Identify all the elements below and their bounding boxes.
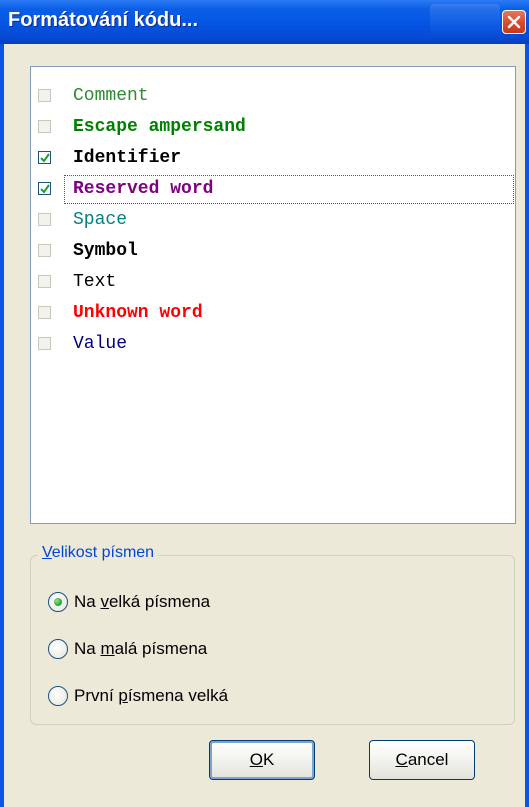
checkmark-icon — [40, 153, 50, 163]
list-item-reserved-word[interactable]: Reserved word — [31, 175, 515, 206]
token-style-list[interactable]: Comment Escape ampersand Identifier Rese… — [30, 66, 516, 524]
ok-button[interactable]: OK — [209, 740, 315, 780]
list-item-label: Identifier — [73, 148, 182, 168]
checkmark-icon — [40, 184, 50, 194]
list-item-label: Space — [73, 210, 128, 230]
checkbox[interactable] — [38, 89, 51, 102]
list-item-value[interactable]: Value — [31, 330, 515, 361]
list-item-label: Comment — [73, 86, 149, 106]
list-item-symbol[interactable]: Symbol — [31, 237, 515, 268]
radio-label: Na malá písmena — [74, 639, 208, 658]
checkbox[interactable] — [38, 306, 51, 319]
list-item-label: Escape ampersand — [73, 117, 246, 137]
radio-button[interactable] — [48, 639, 68, 659]
radio-button[interactable] — [48, 686, 68, 706]
checkbox[interactable] — [38, 244, 51, 257]
radio-label: Na velká písmena — [74, 592, 211, 611]
close-button[interactable] — [502, 10, 526, 34]
letter-case-group-title: Velikost písmen — [38, 544, 159, 562]
list-item-space[interactable]: Space — [31, 206, 515, 237]
list-item-unknown-word[interactable]: Unknown word — [31, 299, 515, 330]
checkbox[interactable] — [38, 182, 51, 195]
radio-button[interactable] — [48, 592, 68, 612]
list-item-comment[interactable]: Comment — [31, 82, 515, 113]
list-item-escape-ampersand[interactable]: Escape ampersand — [31, 113, 515, 144]
list-item-label: Symbol — [73, 241, 138, 261]
checkbox[interactable] — [38, 337, 51, 350]
list-item-identifier[interactable]: Identifier — [31, 144, 515, 175]
close-icon — [507, 15, 521, 29]
list-item-text[interactable]: Text — [31, 268, 515, 299]
checkbox[interactable] — [38, 151, 51, 164]
list-item-label: Unknown word — [73, 303, 203, 323]
dialog-window: Formátování kódu... Comment Escape amper… — [0, 0, 529, 807]
radio-label: První písmena velká — [74, 686, 229, 705]
title-bar[interactable]: Formátování kódu... — [0, 0, 529, 44]
list-item-label: Reserved word — [64, 175, 514, 204]
window-title: Formátování kódu... — [8, 9, 199, 31]
list-item-label: Text — [73, 272, 117, 292]
checkbox[interactable] — [38, 275, 51, 288]
dialog-body: Comment Escape ampersand Identifier Rese… — [4, 44, 525, 807]
cancel-button[interactable]: Cancel — [369, 740, 475, 780]
checkbox[interactable] — [38, 213, 51, 226]
list-item-label: Value — [73, 334, 128, 354]
checkbox[interactable] — [38, 120, 51, 133]
title-bar-highlight — [430, 4, 500, 38]
